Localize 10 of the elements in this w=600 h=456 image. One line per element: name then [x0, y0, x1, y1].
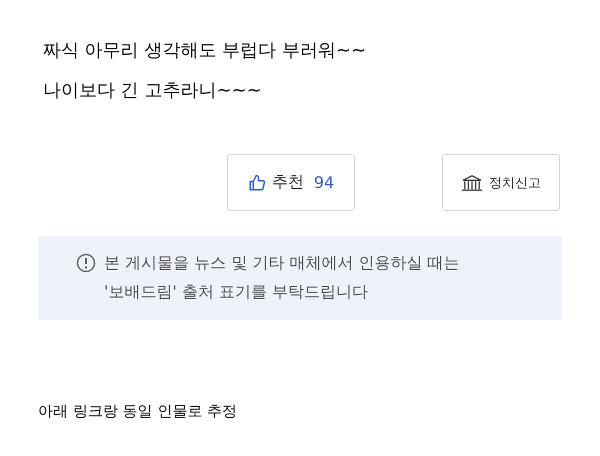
thumbs-up-icon	[248, 174, 266, 192]
post-text: 나이보다 긴 고추라니~~~	[43, 79, 263, 103]
report-button[interactable]: 정치신고	[442, 154, 560, 211]
notice-text: '보배드림' 출처 표기를 부탁드립니다	[104, 281, 370, 303]
exclamation-icon	[76, 253, 96, 273]
post-text: 짜식 아무리 생각해도 부럽다 부러워~~	[43, 39, 368, 63]
post-text: 아래 링크랑 동일 인물로 추정	[38, 402, 238, 421]
building-icon	[461, 174, 483, 192]
notice-text: 본 게시물을 뉴스 및 기타 매체에서 인용하실 때는	[104, 252, 460, 274]
recommend-button[interactable]: 추천 94	[227, 154, 355, 211]
